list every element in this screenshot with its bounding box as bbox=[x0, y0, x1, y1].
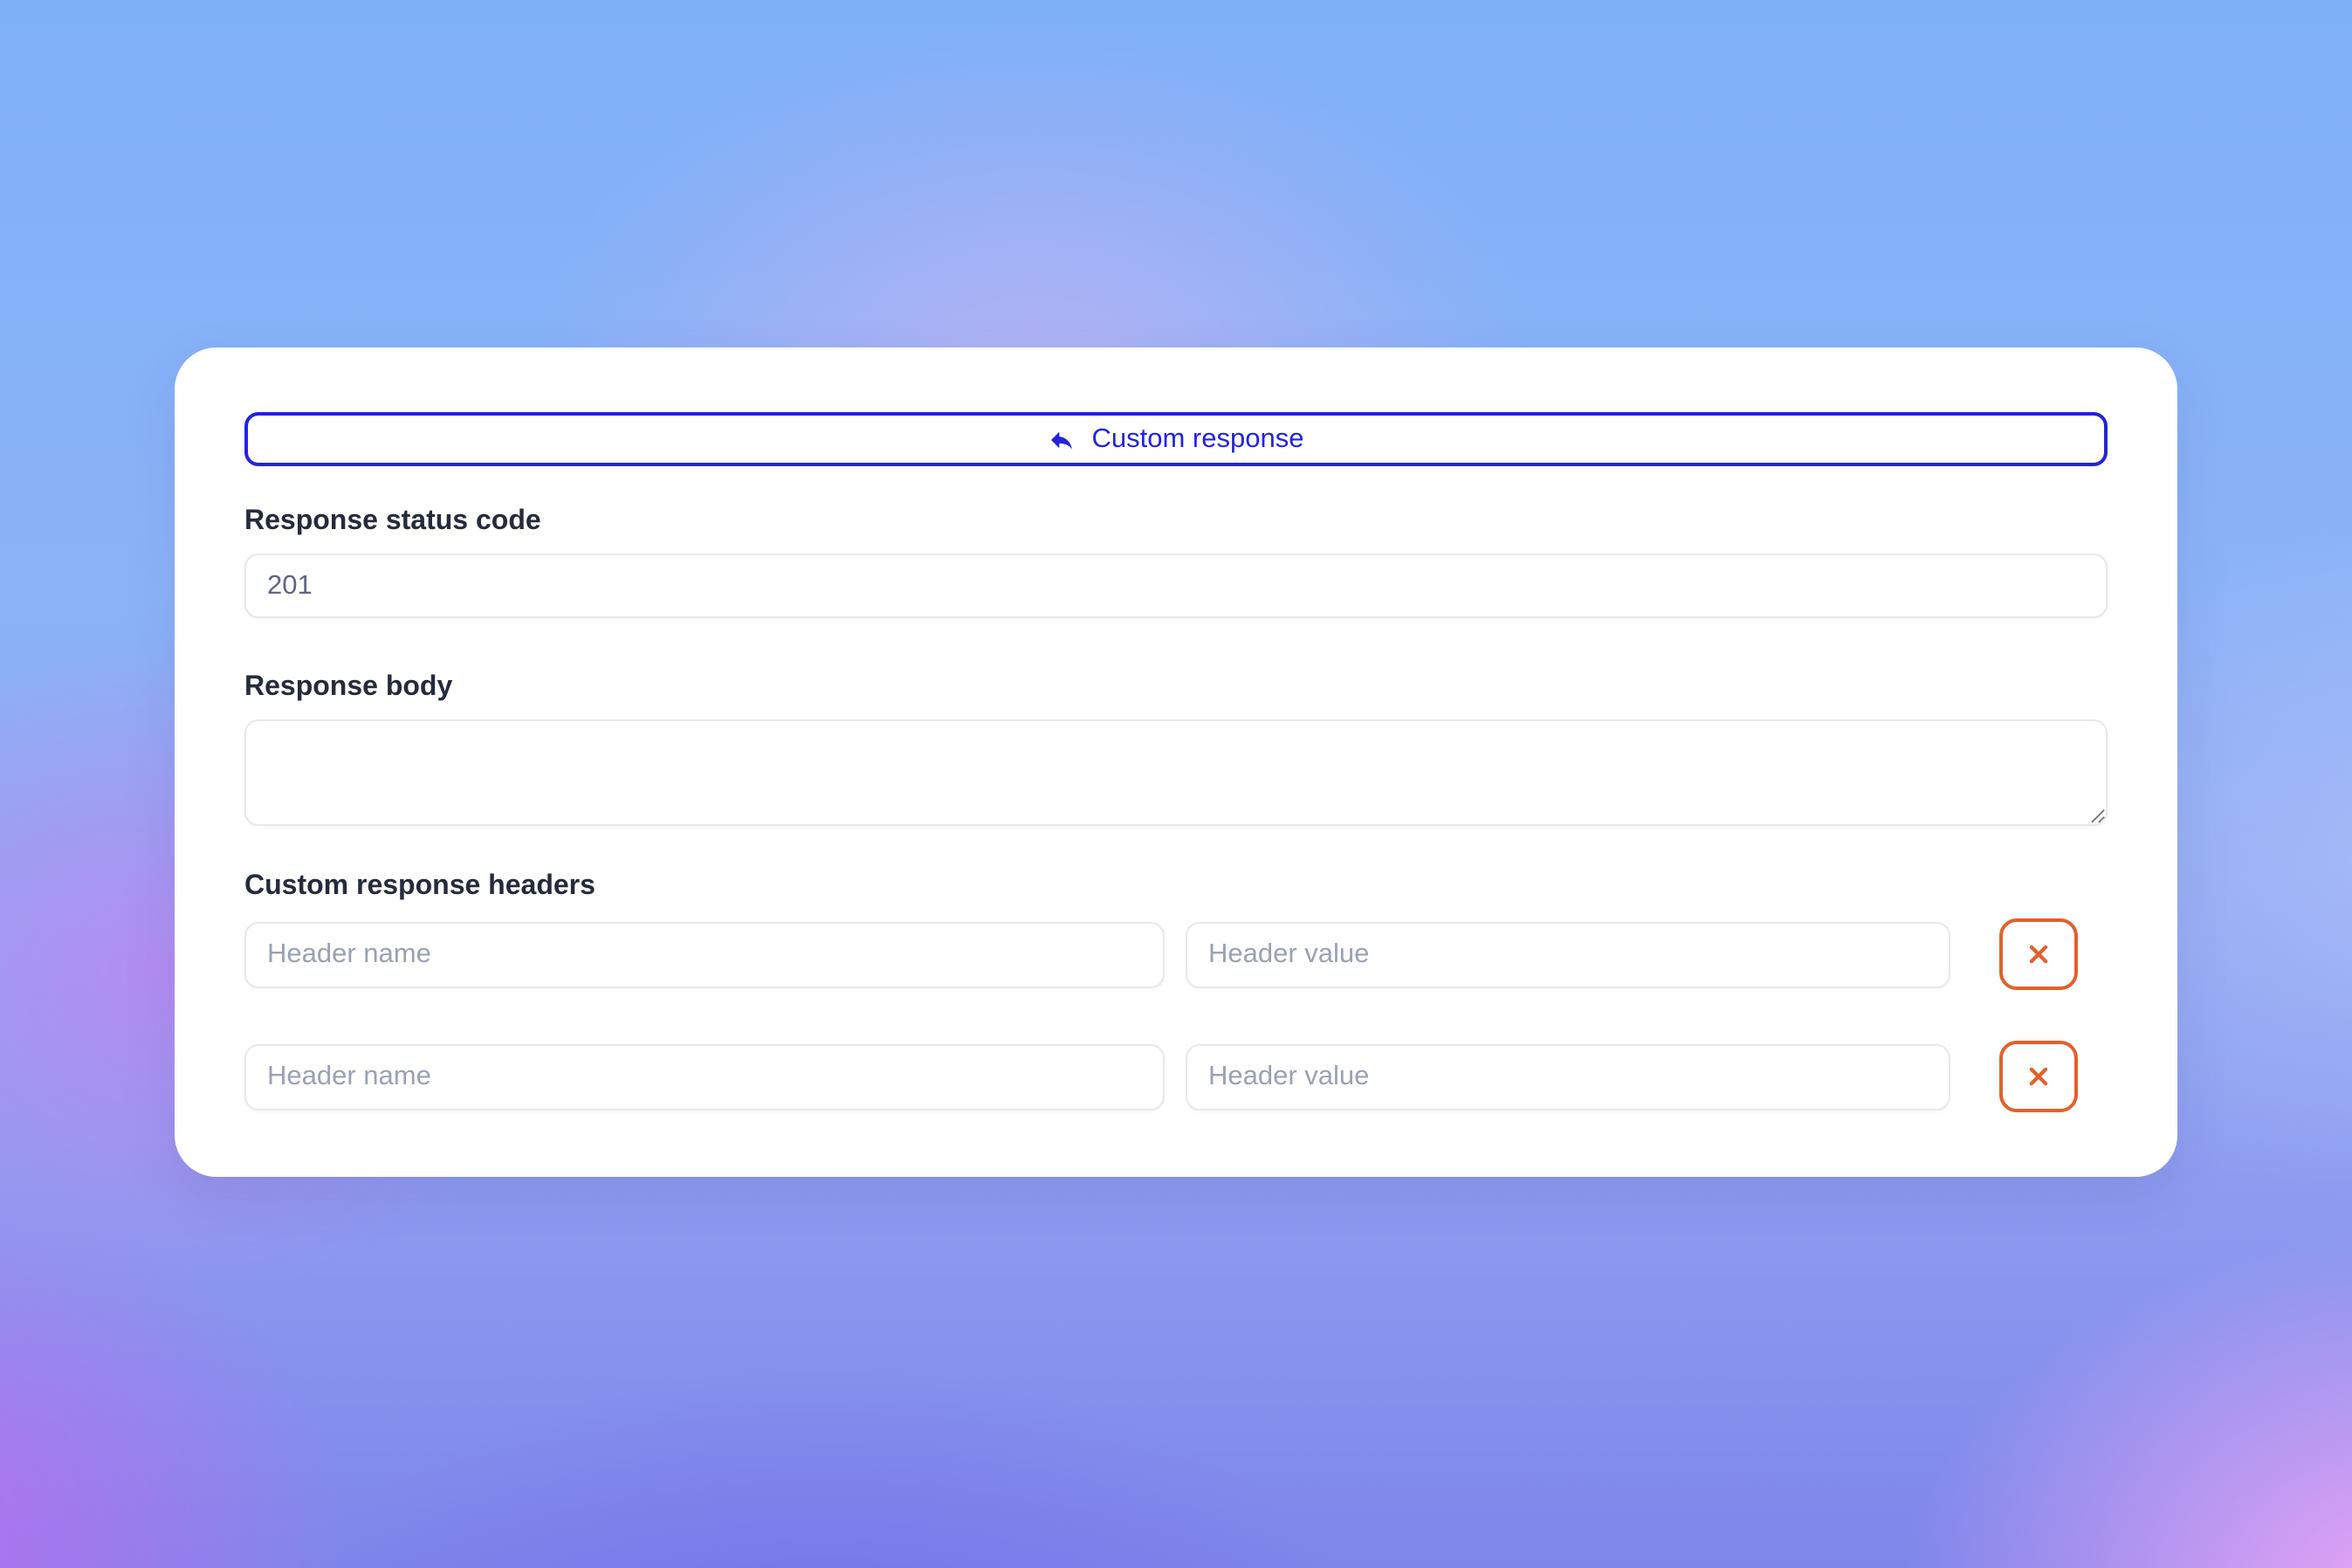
status-code-label: Response status code bbox=[244, 505, 2108, 540]
x-icon bbox=[2025, 941, 2052, 967]
custom-headers-label: Custom response headers bbox=[244, 870, 2108, 904]
header-name-input[interactable] bbox=[244, 921, 1165, 987]
custom-response-button[interactable]: Custom response bbox=[244, 412, 2108, 466]
header-value-input[interactable] bbox=[1186, 921, 1950, 987]
remove-header-button[interactable] bbox=[1999, 918, 2078, 990]
reply-icon bbox=[1049, 425, 1076, 453]
status-code-input[interactable] bbox=[244, 554, 2108, 618]
status-code-field: Response status code bbox=[244, 505, 2108, 618]
remove-header-button[interactable] bbox=[1999, 1041, 2078, 1112]
custom-response-label: Custom response bbox=[1092, 423, 1304, 455]
custom-headers-section: Custom response headers bbox=[244, 870, 2108, 1112]
response-body-field: Response body bbox=[244, 671, 2108, 826]
response-body-label: Response body bbox=[244, 671, 2108, 705]
page-background: Custom response Response status code Res… bbox=[0, 0, 2352, 1568]
header-row bbox=[244, 1041, 2108, 1112]
header-row bbox=[244, 918, 2108, 990]
custom-response-card: Custom response Response status code Res… bbox=[175, 347, 2177, 1177]
x-icon bbox=[2025, 1063, 2052, 1090]
header-name-input[interactable] bbox=[244, 1043, 1165, 1110]
header-value-input[interactable] bbox=[1186, 1043, 1950, 1110]
response-body-textarea[interactable] bbox=[244, 719, 2108, 826]
